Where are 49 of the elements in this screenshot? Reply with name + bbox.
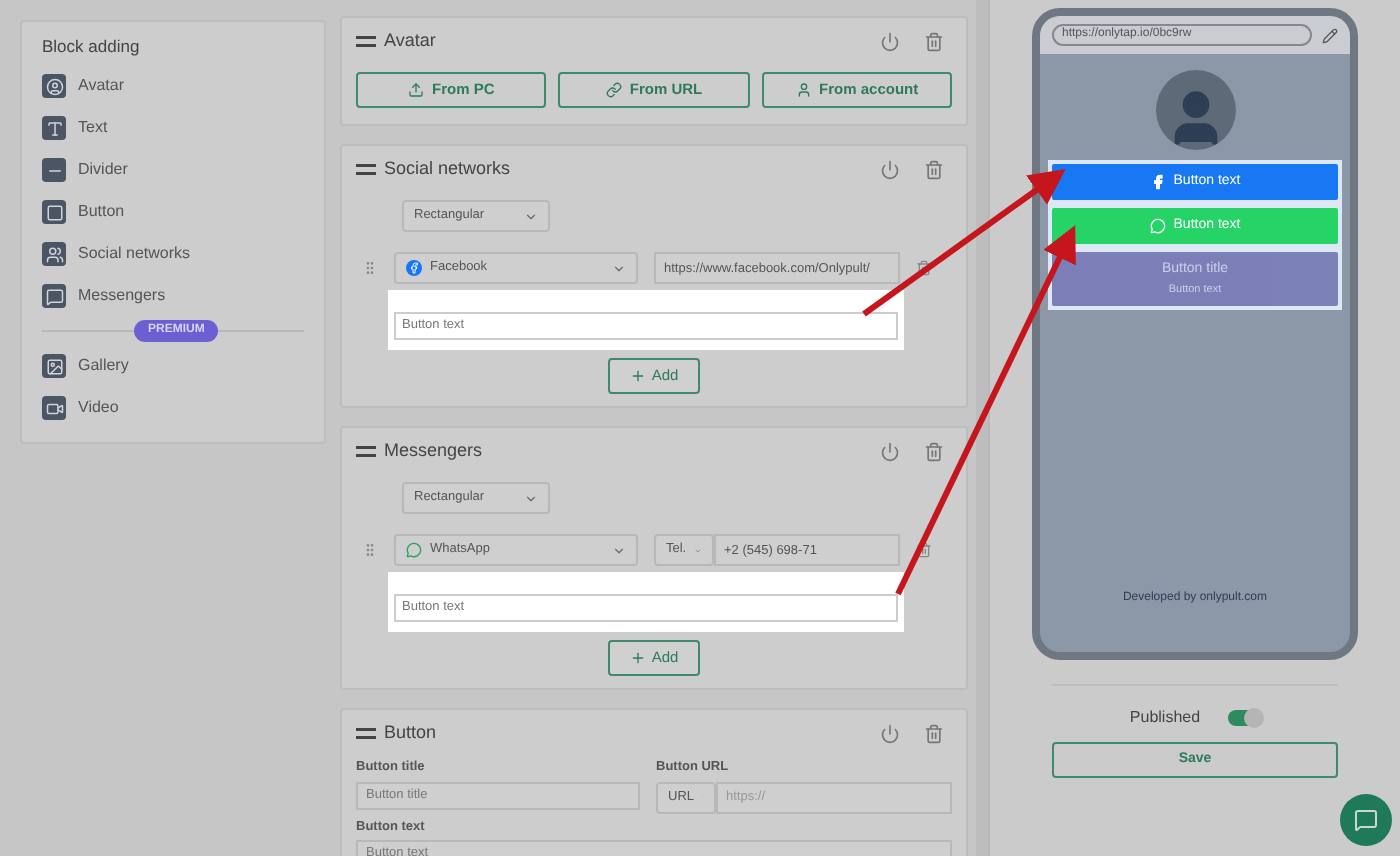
plus-icon <box>629 650 646 666</box>
gallery-icon <box>42 354 66 379</box>
block-item[interactable]: Text <box>78 116 108 141</box>
edit-icon[interactable] <box>1322 27 1338 43</box>
published-toggle[interactable] <box>1228 710 1261 726</box>
card-title: Messengers <box>384 438 483 465</box>
drag-handle-icon[interactable] <box>356 728 376 740</box>
power-icon[interactable] <box>880 724 900 744</box>
avatar-placeholder <box>1155 70 1235 150</box>
power-icon[interactable] <box>880 32 900 52</box>
card-title: Button <box>384 720 437 747</box>
card-title: Social networks <box>384 156 511 183</box>
published-label: Published <box>1129 706 1201 730</box>
block-item[interactable]: Avatar <box>78 74 124 99</box>
facebook-icon <box>406 260 422 276</box>
power-icon[interactable] <box>880 442 900 462</box>
block-item[interactable]: Button <box>78 200 125 225</box>
link-icon <box>605 82 622 98</box>
trash-icon[interactable] <box>924 442 944 462</box>
trash-icon[interactable] <box>916 542 932 558</box>
trash-icon[interactable] <box>916 260 932 276</box>
drag-handle-icon[interactable] <box>362 542 378 558</box>
block-item[interactable]: Social networks <box>78 242 191 267</box>
block-item[interactable]: Divider <box>78 158 128 183</box>
video-icon <box>42 396 66 421</box>
chat-icon <box>42 284 66 309</box>
trash-icon[interactable] <box>924 32 944 52</box>
people-icon <box>42 242 66 267</box>
button-icon <box>42 200 66 225</box>
avatar-icon <box>42 74 66 99</box>
facebook-icon <box>1149 174 1166 190</box>
trash-icon[interactable] <box>924 724 944 744</box>
card-title: Avatar <box>384 28 436 55</box>
drag-handle-icon[interactable] <box>362 260 378 276</box>
text-icon <box>42 116 66 141</box>
panel-title: Block adding <box>42 34 142 60</box>
trash-icon[interactable] <box>924 160 944 180</box>
plus-icon <box>629 368 646 384</box>
whatsapp-icon <box>1149 218 1166 234</box>
power-icon[interactable] <box>880 160 900 180</box>
whatsapp-icon <box>406 542 422 558</box>
block-item[interactable]: Gallery <box>78 354 129 379</box>
block-item[interactable]: Video <box>78 396 119 421</box>
person-icon <box>795 82 812 98</box>
drag-handle-icon[interactable] <box>356 164 376 176</box>
drag-handle-icon[interactable] <box>356 446 376 458</box>
drag-handle-icon[interactable] <box>356 36 376 48</box>
block-item[interactable]: Messengers <box>78 284 166 309</box>
upload-icon <box>408 82 425 98</box>
